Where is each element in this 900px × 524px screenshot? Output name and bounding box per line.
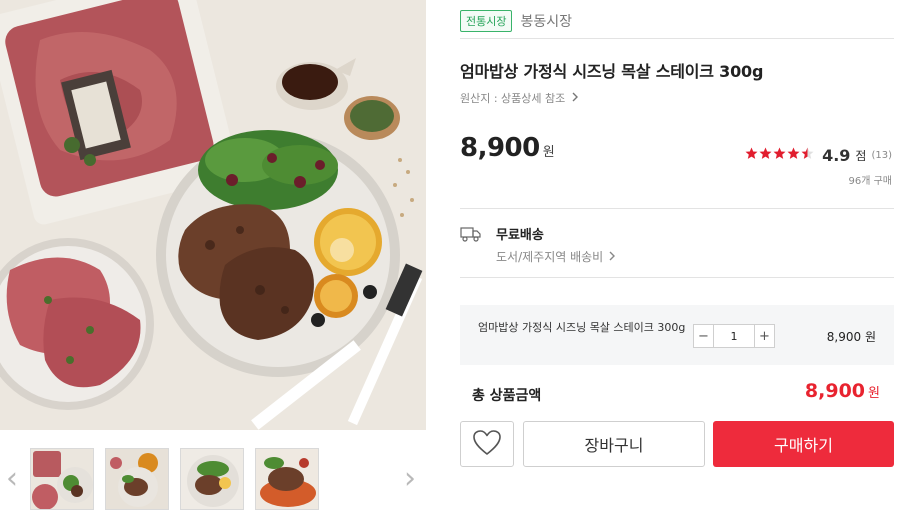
rating-score: 4.9	[822, 146, 851, 165]
shipping-sub-text: 도서/제주지역 배송비	[496, 250, 604, 264]
divider	[460, 38, 894, 39]
chevron-right-icon	[608, 250, 616, 264]
product-main-image	[0, 0, 426, 430]
thumbnail-gallery: ‹ ›	[0, 440, 426, 520]
origin-link[interactable]: 원산지 : 상품상세 참조	[460, 90, 579, 106]
wishlist-button[interactable]	[460, 421, 514, 467]
chevron-left-icon[interactable]: ‹	[2, 464, 22, 494]
rating-summary[interactable]: 4.9 점 (13)	[745, 146, 892, 165]
quantity-decrease-button[interactable]: −	[694, 325, 714, 347]
total-label: 총 상품금액	[472, 388, 542, 404]
total-currency: 원	[868, 386, 880, 401]
market-badge: 전통시장	[460, 10, 513, 32]
total-price-row: 총 상품금액 8,900 원	[460, 380, 894, 406]
store-row: 전통시장 봉동시장	[460, 10, 572, 32]
option-price: 8,900 원	[826, 330, 876, 344]
origin-text: 원산지 : 상품상세 참조	[460, 92, 566, 105]
total-amount-value: 8,900	[804, 380, 866, 402]
divider	[460, 277, 894, 278]
quantity-increase-button[interactable]: +	[754, 325, 774, 347]
divider	[460, 208, 894, 209]
quantity-stepper: − 1 +	[693, 324, 775, 348]
quantity-input[interactable]: 1	[714, 325, 754, 347]
option-name: 엄마밥상 가정식 시즈닝 목살 스테이크 300g	[478, 321, 686, 334]
buy-now-button[interactable]: 구매하기	[713, 421, 894, 467]
thumbnail-3[interactable]	[180, 448, 244, 510]
truck-icon	[460, 226, 482, 242]
star-rating-icon	[745, 147, 817, 164]
action-buttons: 장바구니 구매하기	[460, 421, 894, 467]
purchase-count: 96개 구매	[848, 176, 892, 187]
thumbnail-2[interactable]	[105, 448, 169, 510]
shipping-title: 무료배송	[496, 228, 544, 243]
thumbnail-1[interactable]	[30, 448, 94, 510]
total-amount: 8,900 원	[805, 380, 880, 402]
product-price: 8,900 원	[460, 133, 555, 163]
selected-option: 엄마밥상 가정식 시즈닝 목살 스테이크 300g − 1 + 8,900 원	[460, 305, 894, 365]
price-currency: 원	[542, 145, 555, 160]
shipping-fee-link[interactable]: 도서/제주지역 배송비	[496, 248, 616, 265]
rating-unit: 점	[855, 149, 867, 163]
price-amount: 8,900	[460, 133, 540, 163]
heart-outline-icon	[472, 429, 502, 460]
chevron-right-icon	[571, 92, 579, 105]
thumbnail-4[interactable]	[255, 448, 319, 510]
chevron-right-icon[interactable]: ›	[400, 464, 420, 494]
add-to-cart-button[interactable]: 장바구니	[523, 421, 705, 467]
product-title: 엄마밥상 가정식 시즈닝 목살 스테이크 300g	[460, 62, 764, 81]
review-count: (13)	[871, 150, 892, 161]
store-name-link[interactable]: 봉동시장	[520, 11, 572, 31]
